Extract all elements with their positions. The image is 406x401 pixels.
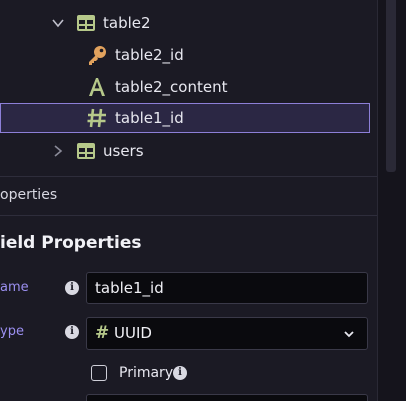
table-icon bbox=[75, 140, 97, 162]
primary-checkbox[interactable] bbox=[91, 365, 107, 381]
type-label: ype bbox=[0, 324, 24, 339]
scrollbar-thumb[interactable] bbox=[386, 0, 396, 172]
tree-item-table2-id[interactable]: table2_id bbox=[0, 40, 370, 70]
tree-item-label: table1_id bbox=[115, 109, 184, 127]
tree-item-label: table2_id bbox=[115, 46, 184, 64]
info-icon[interactable]: i bbox=[173, 366, 187, 380]
chevron-right-icon[interactable] bbox=[51, 144, 65, 158]
tree-item-label: table2 bbox=[103, 14, 151, 32]
tree-item-table2-content[interactable]: table2_content bbox=[0, 72, 370, 102]
table-icon bbox=[75, 12, 97, 34]
next-field-input[interactable] bbox=[86, 394, 368, 401]
properties-panel-title: operties bbox=[0, 187, 58, 203]
info-icon[interactable]: i bbox=[65, 325, 79, 339]
chevron-down-icon[interactable] bbox=[343, 325, 355, 338]
text-type-icon bbox=[86, 76, 108, 98]
section-divider bbox=[0, 176, 378, 177]
info-icon[interactable]: i bbox=[65, 281, 79, 295]
chevron-down-icon[interactable] bbox=[51, 16, 65, 30]
section-divider bbox=[0, 215, 378, 216]
app-root: table2 table2_id table2_content table1_i… bbox=[0, 0, 406, 401]
primary-label: Primary bbox=[119, 365, 174, 381]
tree-item-table2[interactable]: table2 bbox=[0, 8, 370, 38]
tree-item-users[interactable]: users bbox=[0, 136, 370, 166]
hash-icon bbox=[86, 107, 108, 129]
key-icon bbox=[86, 44, 108, 66]
tree-item-label: users bbox=[103, 142, 144, 160]
name-field[interactable]: table1_id bbox=[86, 272, 368, 304]
name-label: ame bbox=[0, 280, 29, 295]
field-properties-title: ield Properties bbox=[0, 233, 142, 253]
type-select-value: UUID bbox=[114, 324, 152, 342]
tree-item-table1-id[interactable]: table1_id bbox=[0, 103, 370, 133]
hash-icon: # bbox=[95, 323, 110, 343]
tree-item-label: table2_content bbox=[115, 78, 228, 96]
